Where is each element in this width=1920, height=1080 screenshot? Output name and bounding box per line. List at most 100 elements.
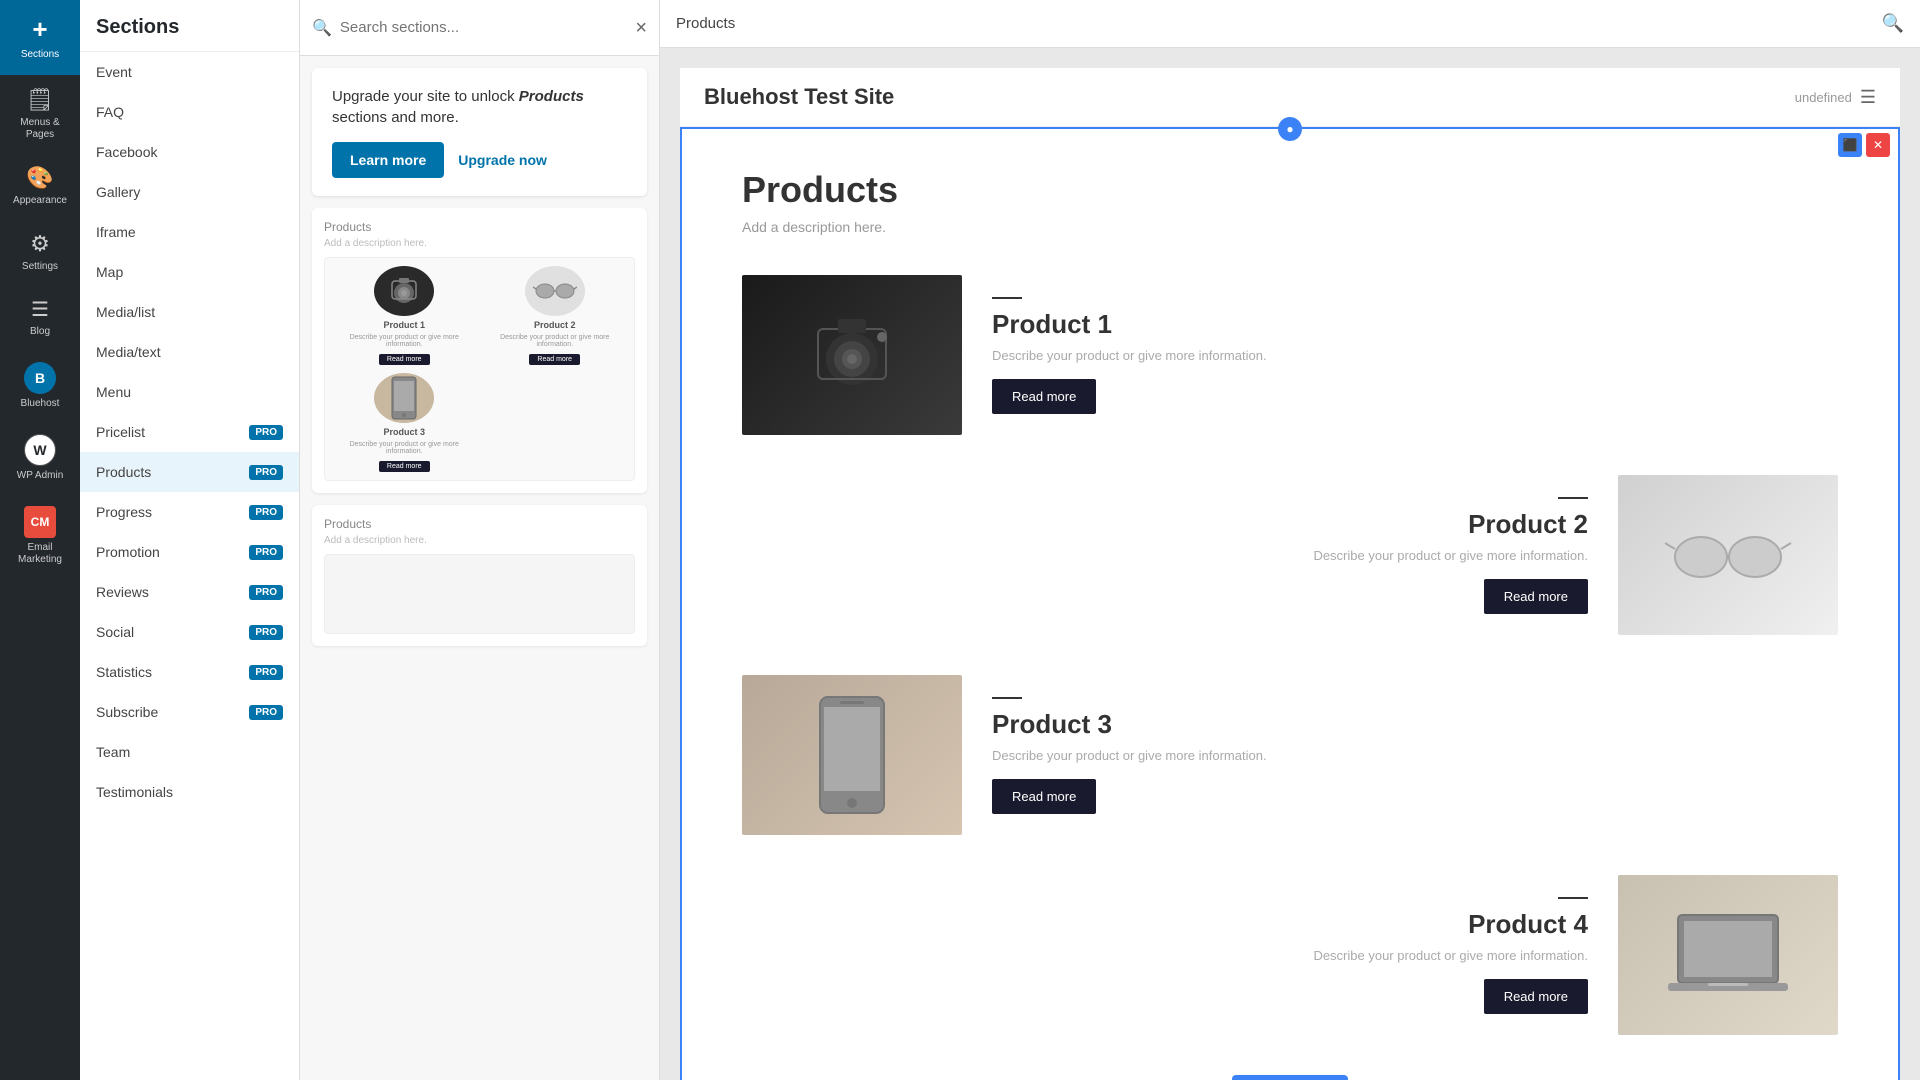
product-3-info: Product 3 Describe your product or give … [992,697,1838,814]
social-pro-badge: PRO [249,625,283,640]
undefined-text: undefined [1795,90,1852,105]
sidebar-item-menus-pages[interactable]: 🗒 Menus & Pages [0,75,80,153]
product-row-4: Product 4 Describe your product or give … [742,875,1838,1035]
sidebar-item-email-marketing[interactable]: CM Email Marketing [0,494,80,578]
products-pro-badge: PRO [249,465,283,480]
sidebar-item-settings[interactable]: ⚙ Settings [0,219,80,285]
product-row-3: Product 3 Describe your product or give … [742,675,1838,835]
section-item-products[interactable]: Products PRO [80,452,299,492]
menus-pages-icon: 🗒 [26,87,54,113]
card-1-label: Products [324,220,635,234]
section-item-testimonials[interactable]: Testimonials [80,772,299,812]
products-content: Products Add a description here. [682,129,1898,1080]
add-item-button[interactable]: Add item [1232,1075,1347,1080]
product-1-desc: Describe your product or give more infor… [992,348,1838,363]
appearance-icon: 🎨 [26,165,53,191]
search-icon: 🔍 [312,18,332,38]
search-bar: 🔍 × [300,0,659,56]
product-3-desc: Describe your product or give more infor… [992,748,1838,763]
section-item-social[interactable]: Social PRO [80,612,299,652]
promotion-pro-badge: PRO [249,545,283,560]
product-2-divider [1558,497,1588,499]
section-item-media-list[interactable]: Media/list [80,292,299,332]
product-4-info: Product 4 Describe your product or give … [742,897,1588,1014]
product-4-read-more[interactable]: Read more [1484,979,1588,1014]
section-controls: ⬛ ✕ [1838,133,1890,157]
sidebar-item-sections[interactable]: + Sections [0,0,80,75]
upgrade-banner-buttons: Learn more Upgrade now [332,142,627,178]
section-item-gallery[interactable]: Gallery [80,172,299,212]
products-heading: Products [742,169,1838,211]
hamburger-icon[interactable]: ☰ [1860,87,1876,108]
statistics-pro-badge: PRO [249,665,283,680]
preview-product-1: Product 1 Describe your product or give … [333,266,476,365]
bluehost-icon: B [24,362,56,394]
section-card-1[interactable]: Products Add a description here. Product… [312,208,647,493]
section-dot: ● [1278,117,1302,141]
bluehost-label: Bluehost [21,398,60,410]
sections-panel: Sections Event FAQ Facebook Gallery Ifra… [80,0,300,1080]
section-item-pricelist[interactable]: Pricelist PRO [80,412,299,452]
product-3-name: Product 3 [992,709,1838,740]
sidebar-item-bluehost[interactable]: B Bluehost [0,350,80,422]
section-item-subscribe[interactable]: Subscribe PRO [80,692,299,732]
section-item-promotion[interactable]: Promotion PRO [80,532,299,572]
product-3-read-more[interactable]: Read more [992,779,1096,814]
products-italic: Products [519,88,584,105]
product-1-image [742,275,962,435]
product-1-divider [992,297,1022,299]
site-header-right: undefined ☰ [1795,87,1876,108]
email-marketing-icon: CM [24,506,56,538]
product-1-name: Product 1 [992,309,1838,340]
section-item-statistics[interactable]: Statistics PRO [80,652,299,692]
section-card-2[interactable]: Products Add a description here. [312,505,647,646]
close-button[interactable]: × [635,18,647,38]
product-3-image [742,675,962,835]
sections-list: Event FAQ Facebook Gallery Iframe Map Me… [80,52,299,1080]
product-4-desc: Describe your product or give more infor… [742,948,1588,963]
appearance-label: Appearance [13,195,67,207]
section-item-facebook[interactable]: Facebook [80,132,299,172]
section-item-event[interactable]: Event [80,52,299,92]
card-1-sublabel: Add a description here. [324,238,635,249]
product-1-read-more[interactable]: Read more [992,379,1096,414]
site-title: Bluehost Test Site [704,84,894,110]
upgrade-banner: Upgrade your site to unlock Products sec… [312,68,647,196]
preview-phone-img [374,373,434,423]
upgrade-now-button[interactable]: Upgrade now [458,152,547,168]
sidebar-item-wp-admin[interactable]: W WP Admin [0,422,80,494]
product-4-divider [1558,897,1588,899]
sections-title: Sections [96,16,179,38]
section-desktop-icon[interactable]: ⬛ [1838,133,1862,157]
section-item-map[interactable]: Map [80,252,299,292]
card-1-preview: Product 1 Describe your product or give … [324,257,635,481]
product-4-name: Product 4 [742,909,1588,940]
section-item-team[interactable]: Team [80,732,299,772]
section-item-media-text[interactable]: Media/text [80,332,299,372]
search-input[interactable] [340,19,627,36]
preview-product-2: Product 2 Describe your product or give … [484,266,627,365]
topbar-title: Products [676,15,735,32]
section-item-faq[interactable]: FAQ [80,92,299,132]
product-1-info: Product 1 Describe your product or give … [992,297,1838,414]
learn-more-button[interactable]: Learn more [332,142,444,178]
section-close-icon[interactable]: ✕ [1866,133,1890,157]
sidebar-item-appearance[interactable]: 🎨 Appearance [0,153,80,219]
settings-label: Settings [22,261,58,273]
sidebar-item-blog[interactable]: ☰ Blog [0,285,80,350]
icon-sidebar: + Sections 🗒 Menus & Pages 🎨 Appearance … [0,0,80,1080]
card-2-preview [324,554,635,634]
section-item-menu[interactable]: Menu [80,372,299,412]
main-preview: Products 🔍 Bluehost Test Site undefined … [660,0,1920,1080]
section-item-iframe[interactable]: Iframe [80,212,299,252]
topbar-search-icon[interactable]: 🔍 [1882,13,1904,34]
card-2-label: Products [324,517,635,531]
preview-glasses-img [525,266,585,316]
section-item-progress[interactable]: Progress PRO [80,492,299,532]
sections-panel-header: Sections [80,0,299,52]
product-2-desc: Describe your product or give more infor… [742,548,1588,563]
products-desc: Add a description here. [742,219,1838,235]
card-2-sublabel: Add a description here. [324,535,635,546]
section-item-reviews[interactable]: Reviews PRO [80,572,299,612]
product-2-read-more[interactable]: Read more [1484,579,1588,614]
